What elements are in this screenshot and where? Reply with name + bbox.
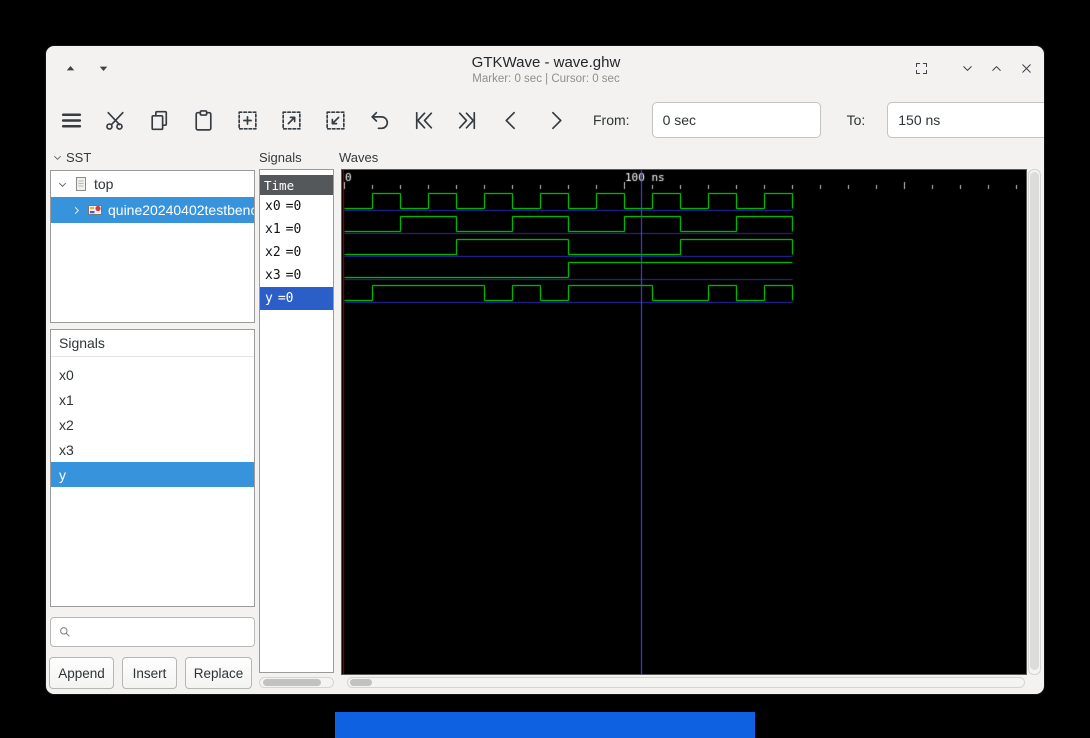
waveform-canvas[interactable] [342, 170, 1026, 674]
waves-panel [341, 169, 1027, 675]
insert-button[interactable]: Insert [122, 657, 177, 689]
from-input[interactable] [651, 102, 821, 138]
fullscreen-icon[interactable] [912, 59, 930, 77]
chevron-down-icon [58, 182, 67, 187]
testbench-icon [88, 205, 102, 215]
shade-up-icon[interactable] [61, 59, 79, 77]
cut-icon[interactable] [101, 106, 129, 134]
search-icon [60, 627, 70, 637]
waves-vertical-scrollbar[interactable] [1028, 169, 1041, 675]
sst-tree: top quine20240402testbench [50, 170, 255, 323]
go-to-start-icon[interactable] [409, 106, 437, 134]
gtkwave-window: GTKWave - wave.ghw Marker: 0 sec | Curso… [45, 45, 1045, 695]
marker-cursor-status: Marker: 0 sec | Cursor: 0 sec [472, 73, 620, 85]
names-panel: Time x0 =0 x1 =0 x2 =0 x3 =0 y =0 [259, 169, 334, 673]
titlebar[interactable]: GTKWave - wave.ghw Marker: 0 sec | Curso… [46, 46, 1044, 91]
zoom-out-icon[interactable] [321, 106, 349, 134]
chevron-down-icon[interactable] [958, 59, 976, 77]
signal-item-x0[interactable]: x0 [51, 362, 254, 387]
names-horizontal-scrollbar[interactable] [259, 677, 334, 688]
search-input[interactable] [77, 624, 254, 640]
replace-button[interactable]: Replace [185, 657, 252, 689]
waves-header: Waves [339, 150, 379, 165]
module-icon [76, 177, 86, 191]
chevron-up-icon[interactable] [987, 59, 1005, 77]
wave-row-label-x2[interactable]: x2 =0 [260, 241, 333, 264]
wave-row-label-x1[interactable]: x1 =0 [260, 218, 333, 241]
desktop: GTKWave - wave.ghw Marker: 0 sec | Curso… [0, 0, 1090, 738]
names-panel-header: Signals [259, 150, 302, 165]
step-left-icon[interactable] [497, 106, 525, 134]
chevron-down-icon [53, 155, 62, 160]
wave-row-label-y[interactable]: y =0 [260, 287, 333, 310]
to-label: To: [846, 112, 866, 128]
menu-icon[interactable] [57, 106, 85, 134]
close-icon[interactable] [1017, 59, 1035, 77]
to-input[interactable] [887, 102, 1044, 138]
wave-row-label-x3[interactable]: x3 =0 [260, 264, 333, 287]
tree-item-testbench[interactable]: quine20240402testbench [51, 197, 254, 223]
signal-item-x2[interactable]: x2 [51, 412, 254, 437]
from-label: From: [593, 112, 630, 128]
sst-header[interactable]: SST [52, 150, 91, 165]
scrollbar-thumb[interactable] [350, 679, 372, 686]
wave-row-label-x0[interactable]: x0 =0 [260, 195, 333, 218]
copy-icon[interactable] [145, 106, 173, 134]
chevron-right-icon [74, 206, 79, 214]
paste-icon[interactable] [189, 106, 217, 134]
sst-signals-header: Signals [51, 330, 254, 357]
shade-down-icon[interactable] [94, 59, 112, 77]
signal-item-y[interactable]: y [51, 462, 254, 487]
scrollbar-thumb[interactable] [1030, 172, 1039, 670]
waves-horizontal-scrollbar[interactable] [347, 677, 1025, 688]
signal-item-x1[interactable]: x1 [51, 387, 254, 412]
sst-signals-panel: Signals x0 x1 x2 x3 y [50, 329, 255, 607]
signal-search [50, 617, 255, 647]
pane-splitter[interactable] [335, 169, 340, 673]
zoom-in-icon[interactable] [277, 106, 305, 134]
toolbar: From: To: [46, 91, 1044, 149]
taskbar-fragment [335, 712, 755, 738]
step-right-icon[interactable] [541, 106, 569, 134]
signal-item-x3[interactable]: x3 [51, 437, 254, 462]
time-column-header[interactable]: Time [260, 175, 333, 195]
go-to-end-icon[interactable] [453, 106, 481, 134]
window-title: GTKWave - wave.ghw [471, 54, 621, 71]
scrollbar-thumb[interactable] [263, 679, 321, 686]
undo-icon[interactable] [365, 106, 393, 134]
append-button[interactable]: Append [49, 657, 114, 689]
tree-item-top[interactable]: top [51, 171, 254, 197]
zoom-fit-icon[interactable] [233, 106, 261, 134]
